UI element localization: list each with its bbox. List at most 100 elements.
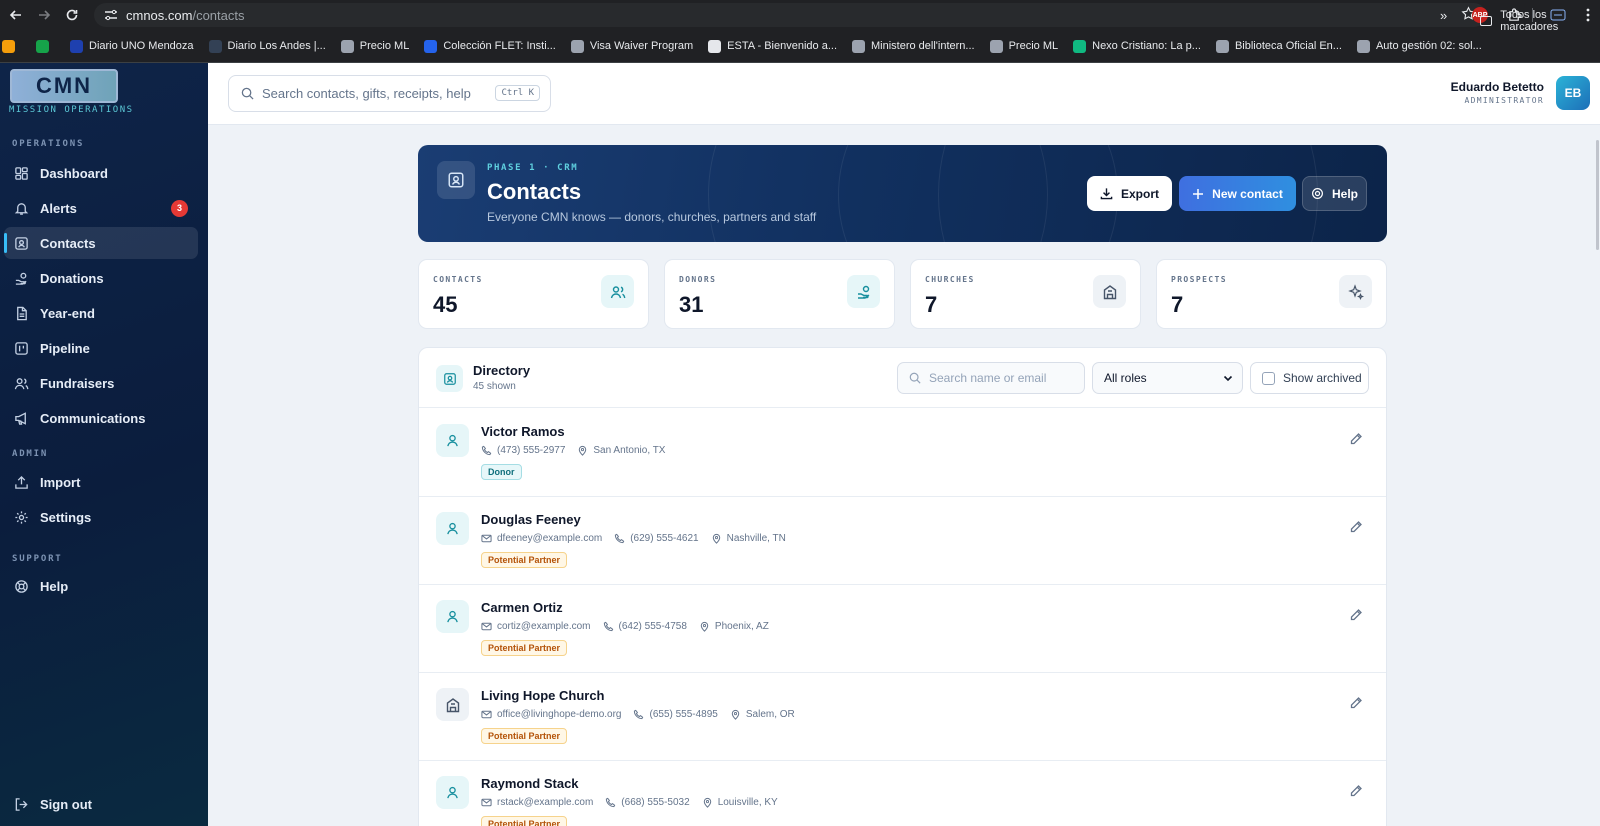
contact-email[interactable]: dfeeney@example.com bbox=[481, 533, 602, 544]
show-archived-toggle[interactable]: Show archived bbox=[1250, 362, 1369, 394]
bookmark-label: Biblioteca Oficial En... bbox=[1234, 40, 1342, 52]
church-icon bbox=[436, 688, 469, 721]
bookmark-item[interactable] bbox=[36, 39, 55, 53]
avatar[interactable]: EB bbox=[1556, 76, 1590, 110]
sidebar-item-pipeline[interactable]: Pipeline bbox=[4, 332, 198, 364]
map-pin-icon bbox=[577, 445, 593, 456]
sidebar-item-yearend[interactable]: Year-end bbox=[4, 297, 198, 329]
status-badge: Potential Partner bbox=[481, 640, 568, 656]
reload-icon[interactable] bbox=[60, 3, 84, 27]
role-filter-value: All roles bbox=[1104, 371, 1147, 385]
sidebar-item-fundraisers[interactable]: Fundraisers bbox=[4, 367, 198, 399]
pencil-icon[interactable] bbox=[1346, 781, 1366, 801]
global-search[interactable]: Ctrl K bbox=[228, 75, 551, 112]
sidebar-item-dashboard[interactable]: Dashboard bbox=[4, 157, 198, 189]
show-archived-checkbox[interactable] bbox=[1262, 371, 1275, 385]
sidebar-item-communications[interactable]: Communications bbox=[4, 402, 198, 434]
bookmark-favicon-icon bbox=[1073, 39, 1087, 53]
bookmark-item[interactable]: Diario UNO Mendoza bbox=[70, 39, 194, 53]
sidebar-item-label: Year-end bbox=[40, 305, 95, 321]
bookmark-item[interactable]: Precio ML bbox=[340, 39, 409, 53]
sidebar-item-label: Contacts bbox=[40, 235, 96, 251]
forward-arrow-icon[interactable] bbox=[32, 3, 56, 27]
bookmark-item[interactable]: Visa Waiver Program bbox=[570, 39, 693, 53]
status-badge: Potential Partner bbox=[481, 552, 568, 568]
phone-icon bbox=[633, 709, 649, 720]
export-button[interactable]: Export bbox=[1087, 176, 1172, 211]
stat-label: CHURCHES bbox=[925, 275, 975, 284]
bookmark-item[interactable]: Diario Los Andes |... bbox=[208, 39, 326, 53]
sign-out-button[interactable]: Sign out bbox=[4, 788, 198, 820]
table-row[interactable]: Victor Ramos (473) 555-2977 San Antonio, T… bbox=[419, 409, 1386, 497]
bookmark-item[interactable]: Biblioteca Oficial En... bbox=[1215, 39, 1342, 53]
app-header: Ctrl K Eduardo Betetto ADMINISTRATOR EB bbox=[208, 63, 1600, 125]
section-operations: OPERATIONS bbox=[12, 139, 85, 149]
site-settings-icon[interactable] bbox=[104, 9, 118, 21]
pencil-icon[interactable] bbox=[1346, 517, 1366, 537]
global-search-input[interactable] bbox=[262, 86, 492, 101]
back-arrow-icon[interactable] bbox=[4, 3, 28, 27]
new-contact-button[interactable]: New contact bbox=[1179, 176, 1296, 211]
address-bar[interactable]: cmnos.com/contacts bbox=[94, 3, 1486, 27]
contact-email[interactable]: rstack@example.com bbox=[481, 797, 593, 808]
sidebar-item-settings[interactable]: Settings bbox=[4, 501, 198, 533]
person-icon bbox=[436, 424, 469, 457]
new-contact-label: New contact bbox=[1212, 186, 1283, 201]
help-button[interactable]: Help bbox=[1302, 176, 1367, 211]
status-badge: Potential Partner bbox=[481, 816, 568, 826]
person-icon bbox=[436, 600, 469, 633]
contact-location-text: Louisville, KY bbox=[717, 797, 778, 808]
contact-location: San Antonio, TX bbox=[577, 445, 665, 456]
user-info[interactable]: Eduardo Betetto ADMINISTRATOR bbox=[1451, 80, 1544, 105]
pencil-icon[interactable] bbox=[1346, 693, 1366, 713]
table-row[interactable]: Living Hope Church office@livinghope-demo… bbox=[419, 673, 1386, 761]
sidebar-item-donations[interactable]: Donations bbox=[4, 262, 198, 294]
sidebar-item-contacts[interactable]: Contacts bbox=[4, 227, 198, 259]
table-row[interactable]: Douglas Feeney dfeeney@example.com (629) 5… bbox=[419, 497, 1386, 585]
contact-name[interactable]: Raymond Stack bbox=[481, 776, 579, 791]
contact-name[interactable]: Douglas Feeney bbox=[481, 512, 581, 527]
stat-label: DONORS bbox=[679, 275, 717, 284]
user-name: Eduardo Betetto bbox=[1450, 80, 1544, 94]
contact-email[interactable]: cortiz@example.com bbox=[481, 621, 591, 632]
page-scrollbar[interactable] bbox=[1596, 140, 1599, 250]
url-text: cmnos.com/contacts bbox=[126, 7, 245, 23]
user-role: ADMINISTRATOR bbox=[1464, 96, 1544, 105]
table-row[interactable]: Raymond Stack rstack@example.com (668) 555… bbox=[419, 761, 1386, 826]
contact-email[interactable]: office@livinghope-demo.org bbox=[481, 709, 621, 720]
all-bookmarks-folder[interactable]: Todos los marcadores bbox=[1480, 9, 1600, 33]
bookmark-item[interactable]: Nexo Cristiano: La p... bbox=[1073, 39, 1201, 53]
contact-phone: (629) 555-4621 bbox=[614, 533, 699, 544]
bell-icon bbox=[13, 200, 29, 216]
directory-search[interactable] bbox=[897, 362, 1085, 394]
pencil-icon[interactable] bbox=[1346, 605, 1366, 625]
bookmark-label: Diario UNO Mendoza bbox=[89, 40, 194, 52]
bookmark-item[interactable]: Precio ML bbox=[989, 39, 1058, 53]
contact-name[interactable]: Victor Ramos bbox=[481, 424, 565, 439]
sidebar-item-import[interactable]: Import bbox=[4, 466, 198, 498]
bookmark-favicon-icon bbox=[208, 39, 222, 53]
cmn-logo[interactable]: CMN bbox=[10, 69, 118, 103]
directory-search-input[interactable] bbox=[929, 371, 1074, 385]
contact-name[interactable]: Carmen Ortiz bbox=[481, 600, 563, 615]
sidebar-item-help[interactable]: Help bbox=[4, 570, 198, 602]
sidebar-item-label: Dashboard bbox=[40, 165, 108, 181]
bookmark-label: Auto gestión 02: sol... bbox=[1375, 40, 1482, 52]
pencil-icon[interactable] bbox=[1346, 429, 1366, 449]
bookmark-item[interactable]: ESTA - Bienvenido a... bbox=[708, 39, 837, 53]
bookmark-item[interactable]: Colección FLET: Insti... bbox=[424, 39, 556, 53]
more-bookmarks-icon[interactable]: » bbox=[1440, 8, 1447, 23]
role-filter-select[interactable]: All roles bbox=[1092, 362, 1243, 394]
contact-name[interactable]: Living Hope Church bbox=[481, 688, 605, 703]
bookmark-favicon-icon bbox=[1356, 39, 1370, 53]
stat-value: 7 bbox=[1171, 292, 1184, 317]
contact-card-icon bbox=[13, 235, 29, 251]
bookmark-item[interactable] bbox=[2, 39, 21, 53]
bookmark-item[interactable]: Auto gestión 02: sol... bbox=[1356, 39, 1482, 53]
contact-phone-text: (629) 555-4621 bbox=[630, 533, 699, 544]
table-row[interactable]: Carmen Ortiz cortiz@example.com (642) 555-… bbox=[419, 585, 1386, 673]
bookmark-label: Diario Los Andes |... bbox=[227, 40, 326, 52]
sidebar-item-alerts[interactable]: Alerts 3 bbox=[4, 192, 198, 224]
bookmark-item[interactable]: Ministero dell'intern... bbox=[852, 39, 975, 53]
bookmark-favicon-icon bbox=[424, 39, 438, 53]
